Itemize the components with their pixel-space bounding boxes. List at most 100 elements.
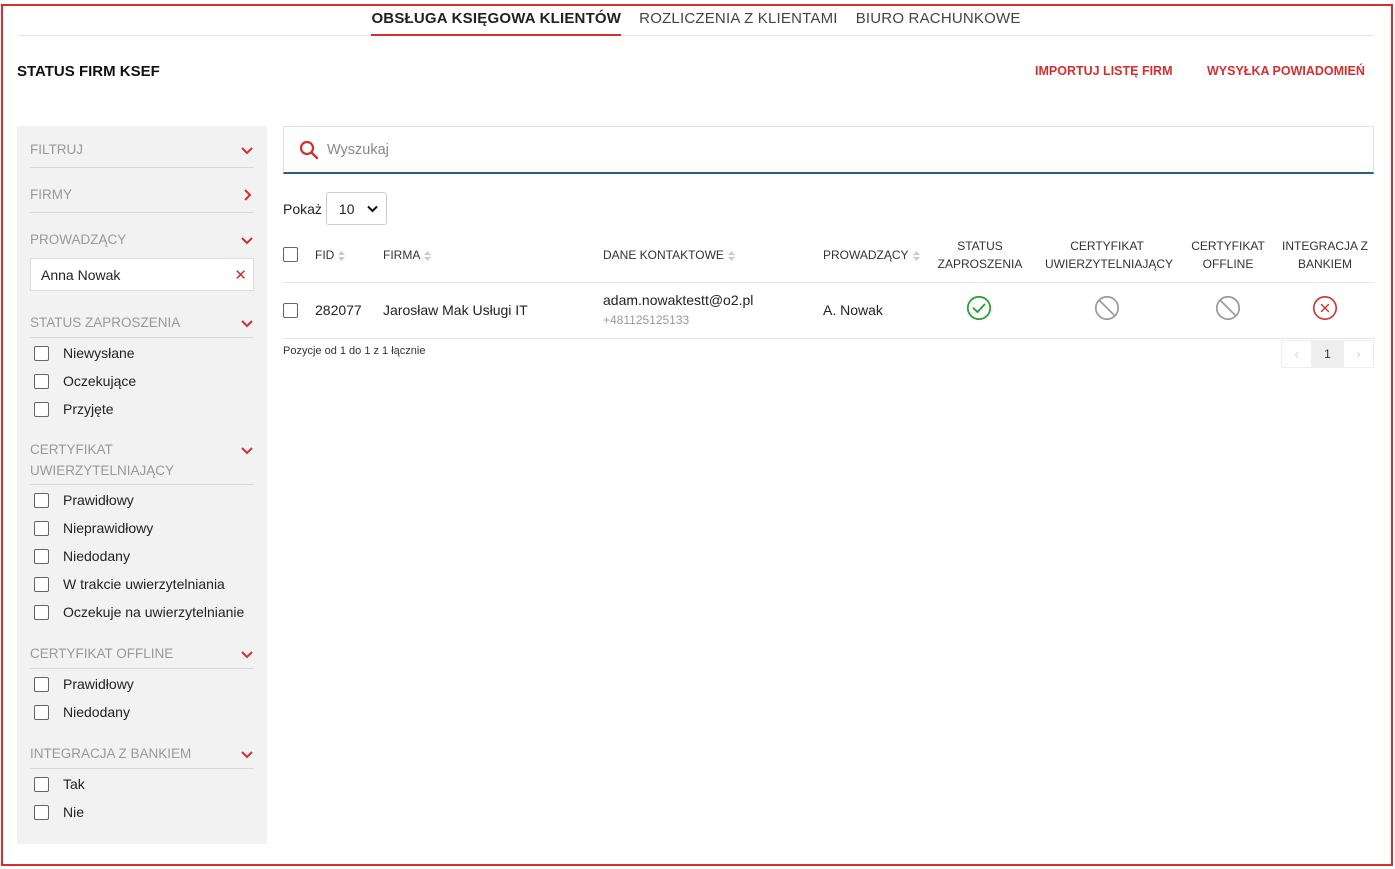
checkbox[interactable]	[34, 373, 49, 389]
tab-client-settlements[interactable]: ROZLICZENIA Z KLIENTAMI	[639, 10, 838, 36]
owner-section-header[interactable]: PROWADZĄCY	[30, 229, 254, 258]
prev-page-button[interactable]: ‹	[1281, 340, 1312, 368]
cert-label: CERTYFIKAT UWIERZYTELNIAJĄCY	[30, 442, 175, 478]
check-circle-icon	[966, 295, 992, 321]
bank-option-yes[interactable]: Tak	[30, 770, 254, 798]
ban-icon	[1094, 295, 1120, 321]
chevron-down-icon	[241, 651, 253, 659]
chevron-down-icon	[241, 147, 253, 155]
checkbox[interactable]	[34, 676, 49, 692]
offline-cert-label: CERTYFIKAT OFFLINE	[30, 646, 174, 661]
column-header-contact[interactable]: DANE KONTAKTOWE	[603, 246, 735, 264]
clear-owner-icon[interactable]: ✕	[234, 266, 247, 284]
column-label: DANE KONTAKTOWE	[603, 248, 724, 262]
table-row-divider	[283, 338, 1374, 339]
offline-cert-section-header[interactable]: CERTYFIKAT OFFLINE	[30, 643, 254, 669]
checkbox[interactable]	[34, 576, 49, 592]
cert-option-awaiting[interactable]: Oczekuje na uwierzytelnianie	[30, 598, 254, 626]
firms-section-header[interactable]: FIRMY	[30, 184, 254, 213]
column-label: FID	[315, 248, 335, 262]
table-header-divider	[283, 282, 1374, 283]
option-label: Przyjęte	[63, 401, 114, 417]
filter-section-header[interactable]: FILTRUJ	[30, 139, 254, 168]
offline-option-valid[interactable]: Prawidłowy	[30, 670, 254, 698]
cert-option-invalid[interactable]: Nieprawidłowy	[30, 514, 254, 542]
option-label: Nie	[63, 804, 85, 820]
chevron-down-icon	[241, 447, 253, 455]
checkbox[interactable]	[34, 776, 49, 792]
tab-accounting-office[interactable]: BIURO RACHUNKOWE	[856, 10, 1021, 36]
cell-fid: 282077	[315, 302, 362, 318]
invite-option-accepted[interactable]: Przyjęte	[30, 395, 254, 423]
cert-option-in-progress[interactable]: W trakcie uwierzytelniania	[30, 570, 254, 598]
pagination: ‹ 1 ›	[1281, 340, 1374, 368]
page-size-control: Pokaż 10	[283, 192, 387, 225]
filter-label: FILTRUJ	[30, 142, 83, 157]
column-label: FIRMA	[383, 248, 421, 262]
sort-icon	[727, 250, 735, 261]
checkbox[interactable]	[34, 492, 49, 508]
checkbox[interactable]	[34, 704, 49, 720]
chevron-down-icon	[241, 751, 253, 759]
option-label: Niedodany	[63, 704, 130, 720]
owner-filter-value: Anna Nowak	[41, 266, 121, 283]
cell-owner: A. Nowak	[823, 302, 883, 318]
checkbox[interactable]	[34, 548, 49, 564]
option-label: Niedodany	[63, 548, 130, 564]
chevron-right-icon	[244, 189, 252, 201]
owner-filter-input[interactable]: Anna Nowak ✕	[30, 258, 254, 291]
option-label: Tak	[63, 776, 85, 792]
invite-status-label: STATUS ZAPROSZENIA	[30, 315, 181, 330]
select-all-checkbox[interactable]	[283, 247, 298, 262]
checkbox[interactable]	[34, 804, 49, 820]
cell-email: adam.nowaktestt@o2.pl	[603, 292, 754, 308]
tab-accounting-service[interactable]: OBSŁUGA KSIĘGOWA KLIENTÓW	[371, 10, 622, 36]
search-input[interactable]	[327, 141, 1227, 158]
checkbox[interactable]	[34, 401, 49, 417]
firms-label: FIRMY	[30, 187, 72, 202]
bank-option-no[interactable]: Nie	[30, 798, 254, 826]
option-label: Oczekuje na uwierzytelnianie	[63, 604, 245, 620]
page-button-current[interactable]: 1	[1312, 340, 1343, 368]
checkbox[interactable]	[34, 345, 49, 361]
send-notifications-link[interactable]: WYSYŁKA POWIADOMIEŃ	[1207, 64, 1365, 78]
row-checkbox[interactable]	[283, 303, 298, 318]
chevron-down-icon	[241, 320, 253, 328]
cert-option-valid[interactable]: Prawidłowy	[30, 486, 254, 514]
column-header-owner[interactable]: PROWADZĄCY	[823, 246, 920, 264]
chevron-down-icon	[241, 237, 253, 245]
column-header-invite-status: STATUS ZAPROSZENIA	[937, 239, 1023, 271]
option-label: Oczekujące	[63, 373, 137, 389]
cert-option-not-added[interactable]: Niedodany	[30, 542, 254, 570]
invite-status-section-header[interactable]: STATUS ZAPROSZENIA	[30, 312, 254, 338]
cert-section-header[interactable]: CERTYFIKAT UWIERZYTELNIAJĄCY	[30, 439, 254, 485]
column-header-cert: CERTYFIKAT UWIERZYTELNIAJĄCY	[1045, 239, 1174, 271]
invite-option-pending[interactable]: Oczekujące	[30, 367, 254, 395]
x-circle-icon	[1313, 296, 1337, 320]
column-header-bank: INTEGRACJA Z BANKIEM	[1282, 239, 1369, 271]
page-size-value: 10	[338, 200, 355, 217]
bank-section-header[interactable]: INTEGRACJA Z BANKIEM	[30, 743, 254, 769]
owner-label: PROWADZĄCY	[30, 232, 127, 247]
next-page-button[interactable]: ›	[1343, 340, 1374, 368]
column-header-fid[interactable]: FID	[315, 246, 346, 264]
top-navigation: OBSŁUGA KSIĘGOWA KLIENTÓW ROZLICZENIA Z …	[18, 0, 1374, 36]
option-label: Prawidłowy	[63, 676, 134, 692]
option-label: Prawidłowy	[63, 492, 134, 508]
offline-option-not-added[interactable]: Niedodany	[30, 698, 254, 726]
sort-icon	[338, 250, 346, 261]
import-firms-link[interactable]: IMPORTUJ LISTĘ FIRM	[1035, 64, 1173, 78]
bank-label: INTEGRACJA Z BANKIEM	[30, 746, 192, 761]
option-label: W trakcie uwierzytelniania	[63, 576, 225, 592]
search-icon	[299, 140, 319, 159]
checkbox[interactable]	[34, 604, 49, 620]
option-label: Nieprawidłowy	[63, 520, 154, 536]
sort-icon	[424, 250, 432, 261]
cell-firm: Jarosław Mak Usługi IT	[383, 302, 528, 318]
page-size-select[interactable]: 10	[325, 192, 387, 225]
search-bar	[283, 126, 1374, 174]
invite-option-not-sent[interactable]: Niewysłane	[30, 339, 254, 367]
checkbox[interactable]	[34, 520, 49, 536]
sort-icon	[912, 250, 920, 261]
column-header-firm[interactable]: FIRMA	[383, 246, 432, 264]
